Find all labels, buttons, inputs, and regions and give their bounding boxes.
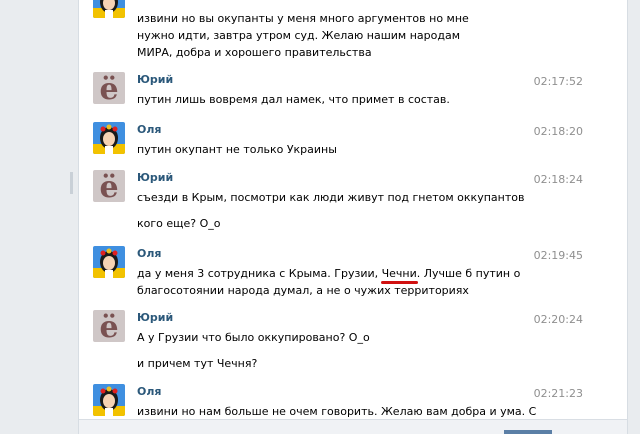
message-author[interactable]: Оля	[137, 246, 161, 262]
avatar-yuriy[interactable]: ё	[93, 72, 125, 104]
svg-text:ё: ё	[99, 170, 118, 202]
message-author[interactable]: Оля	[137, 384, 161, 400]
scroll-marker	[70, 172, 73, 194]
chat-history-panel: извини но вы окупанты у меня много аргум…	[78, 0, 628, 434]
avatar-olya[interactable]	[93, 384, 125, 416]
olya-avatar-icon	[93, 384, 125, 416]
message-author[interactable]: Юрий	[137, 310, 173, 326]
message-time: 02:18:24	[533, 173, 583, 186]
avatar-olya[interactable]	[93, 122, 125, 154]
message-time: 02:17:52	[533, 75, 583, 88]
yuriy-avatar-icon: ё	[93, 72, 125, 104]
message-author[interactable]: Юрий	[137, 170, 173, 186]
message-time: 02:18:20	[533, 125, 583, 138]
highlighted-word: Чечни	[380, 267, 418, 284]
message-author[interactable]: Юрий	[137, 72, 173, 88]
avatar-yuriy[interactable]: ё	[93, 170, 125, 202]
message-text: путин лишь вовремя дал намек, что примет…	[137, 93, 450, 106]
message-text: и причем тут Чечня?	[137, 357, 258, 370]
message-time: 02:21:23	[533, 387, 583, 400]
message-text: да у меня 3 сотрудника с Крыма. Грузии, …	[137, 265, 557, 299]
message-text-part: да у меня 3 сотрудника с Крыма. Грузии,	[137, 267, 382, 280]
message-time: 02:19:45	[533, 249, 583, 262]
red-underline	[380, 281, 418, 284]
olya-avatar-icon	[93, 122, 125, 154]
avatar-olya[interactable]	[93, 246, 125, 278]
message-text: А у Грузии что было оккупировано? О_о	[137, 331, 370, 344]
olya-avatar-icon	[93, 0, 125, 18]
message-text: съезди в Крым, посмотри как люди живут п…	[137, 191, 525, 204]
message-text: путин окупант не только Украины	[137, 143, 337, 156]
svg-text:ё: ё	[99, 72, 118, 104]
bottom-button[interactable]	[504, 430, 552, 434]
avatar-yuriy[interactable]: ё	[93, 310, 125, 342]
message-author[interactable]: Оля	[137, 122, 161, 138]
avatar-olya[interactable]	[93, 0, 125, 18]
message-time: 02:20:24	[533, 313, 583, 326]
message-text: извини но нам больше не очем говорить. Ж…	[137, 405, 537, 418]
message-text: извини но вы окупанты у меня много аргум…	[137, 12, 469, 59]
message-text: кого еще? О_о	[137, 217, 221, 230]
yuriy-avatar-icon: ё	[93, 310, 125, 342]
svg-text:ё: ё	[99, 310, 118, 342]
yuriy-avatar-icon: ё	[93, 170, 125, 202]
olya-avatar-icon	[93, 246, 125, 278]
